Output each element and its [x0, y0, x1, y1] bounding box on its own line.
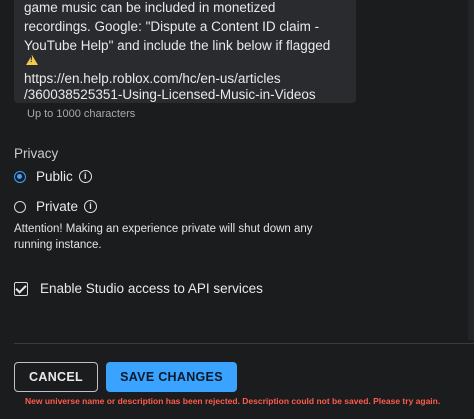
description-line: YouTube Help" and include the link below… — [24, 38, 331, 53]
description-line: recordings. Google: "Dispute a Content I… — [24, 19, 320, 34]
studio-access-label: Enable Studio access to API services — [40, 281, 263, 296]
divider — [14, 343, 474, 344]
radio-public[interactable] — [14, 170, 26, 183]
scroll-gutter — [468, 0, 474, 340]
radio-private-label: Private — [36, 199, 79, 214]
radio-public-label: Public — [36, 169, 73, 184]
description-line: /360038525351-Using-Licensed-Music-in-Vi… — [24, 87, 316, 102]
privacy-option-public[interactable]: Public i — [14, 169, 92, 184]
save-changes-button[interactable]: SAVE CHANGES — [106, 362, 237, 392]
privacy-option-private[interactable]: Private i — [14, 199, 98, 214]
description-line: game music can be included in monetized — [24, 0, 276, 15]
error-message: New universe name or description has bee… — [25, 396, 441, 406]
character-limit-hint: Up to 1000 characters — [27, 108, 136, 120]
privacy-attention-text: Attention! Making an experience private … — [14, 223, 313, 251]
cancel-button[interactable]: CANCEL — [14, 362, 98, 392]
info-icon[interactable]: i — [84, 200, 98, 213]
radio-private[interactable] — [14, 200, 26, 213]
warning-triangle-icon — [26, 55, 38, 65]
privacy-heading: Privacy — [14, 146, 59, 161]
studio-access-checkbox[interactable] — [14, 281, 28, 296]
studio-access-option[interactable]: Enable Studio access to API services — [14, 281, 263, 296]
info-icon[interactable]: i — [78, 170, 92, 183]
description-textarea[interactable]: game music can be included in monetized … — [14, 0, 356, 103]
